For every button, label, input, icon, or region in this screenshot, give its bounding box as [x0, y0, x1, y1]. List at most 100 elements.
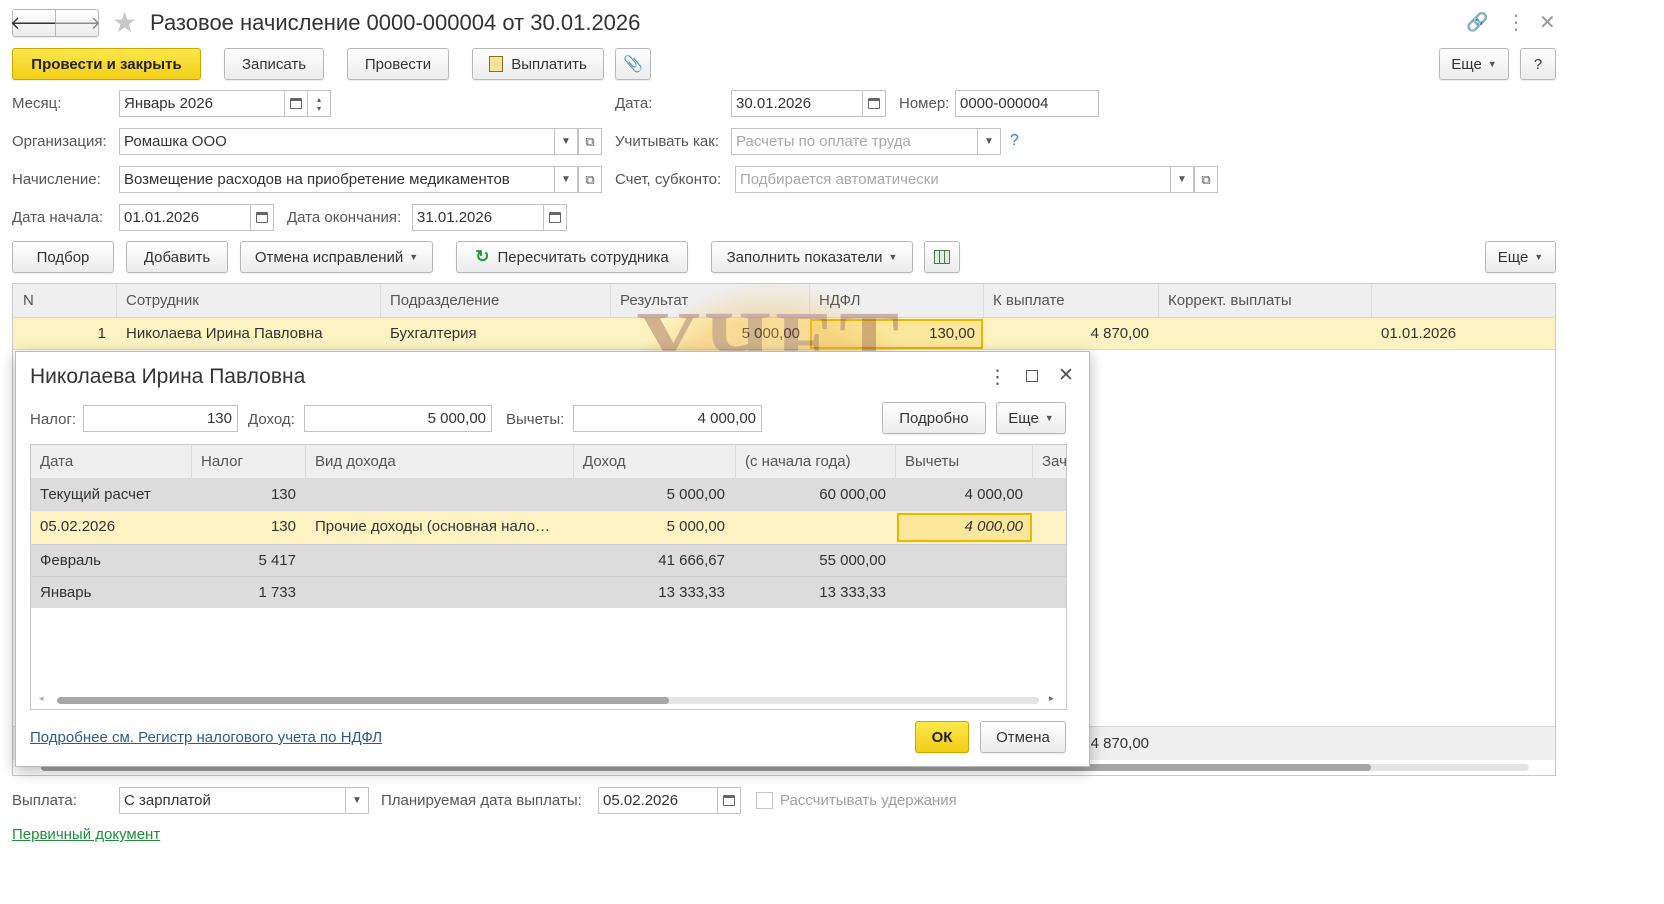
date-calendar-button[interactable] [862, 90, 886, 117]
subconto-field[interactable]: Подбирается автоматически [735, 166, 1171, 193]
drow-tax: 1 733 [258, 584, 296, 601]
dcol-tax[interactable]: Налог [201, 453, 243, 470]
planned-date-field[interactable]: 05.02.2026 [598, 787, 718, 814]
payment-field[interactable]: С зарплатой [119, 787, 346, 814]
dialog-table-scrollbar[interactable] [57, 697, 1039, 704]
drow-income: 13 333,33 [658, 584, 725, 601]
drow-date: 05.02.2026 [40, 518, 116, 535]
chevron-down-icon: ▼ [1487, 59, 1497, 69]
dialog-cancel-button[interactable]: Отмена [980, 721, 1066, 753]
account-as-dropdown-button[interactable]: ▼ [977, 128, 1001, 155]
number-field[interactable]: 0000-000004 [955, 90, 1099, 117]
dialog-table: Дата Налог Вид дохода Доход (с начала го… [30, 444, 1067, 710]
dialog-deductions-field[interactable]: 4 000,00 [573, 405, 762, 432]
organization-field[interactable]: Ромашка ООО [119, 128, 555, 155]
dialog-income-field[interactable]: 5 000,00 [304, 405, 492, 432]
row-to-pay: 4 870,00 [1090, 325, 1149, 342]
table-more-button[interactable]: Еще ▼ [1485, 241, 1556, 273]
payment-dropdown-button[interactable]: ▼ [345, 787, 369, 814]
pay-button[interactable]: Выплатить [472, 48, 604, 80]
organization-open-button[interactable]: ⧉ [578, 128, 602, 155]
accrual-field[interactable]: Возмещение расходов на приобретение меди… [119, 166, 555, 193]
attach-button[interactable]: 📎 [615, 48, 651, 80]
row-date: 01.01.2026 [1381, 325, 1457, 342]
post-and-close-button[interactable]: Провести и закрыть [12, 48, 201, 80]
end-date-field[interactable]: 31.01.2026 [412, 204, 544, 231]
cancel-fixes-button[interactable]: Отмена исправлений ▼ [240, 241, 433, 273]
dialog-table-scrollbar-thumb[interactable] [57, 697, 669, 704]
more-vert-icon[interactable]: ⋮ [988, 366, 1007, 389]
col-n[interactable]: N [23, 292, 34, 309]
dcol-deductions[interactable]: Вычеты [905, 453, 959, 470]
more-button[interactable]: Еще ▼ [1439, 48, 1509, 80]
subconto-open-button[interactable]: ⧉ [1194, 166, 1218, 193]
account-as-help[interactable]: ? [1010, 132, 1019, 150]
post-button[interactable]: Провести [347, 48, 449, 80]
dialog-more-button[interactable]: Еще ▼ [996, 402, 1066, 434]
save-button[interactable]: Записать [224, 48, 324, 80]
start-date-field[interactable]: 01.01.2026 [119, 204, 251, 231]
dialog-tax-field[interactable]: 130 [83, 405, 238, 432]
start-date-calendar-button[interactable] [250, 204, 274, 231]
accrual-label: Начисление: [12, 171, 101, 188]
accrual-open-button[interactable]: ⧉ [578, 166, 602, 193]
forward-button[interactable]: 🡒 [53, 9, 101, 37]
col-ndfl[interactable]: НДФЛ [819, 292, 860, 309]
drow-date: Февраль [40, 552, 101, 569]
table-row[interactable]: Январь 1 733 13 333,33 13 333,33 [31, 576, 1066, 608]
scroll-left-icon[interactable]: ◂ [39, 693, 44, 704]
col-to-pay[interactable]: К выплате [993, 292, 1065, 309]
fill-indicators-button[interactable]: Заполнить показатели ▼ [711, 241, 913, 273]
month-stepper[interactable]: ▴ ▾ [307, 90, 331, 117]
recalc-employee-button[interactable]: ↻ Пересчитать сотрудника [456, 241, 688, 273]
dcol-income[interactable]: Доход [583, 453, 626, 470]
subconto-dropdown-button[interactable]: ▼ [1170, 166, 1194, 193]
end-date-calendar-button[interactable] [543, 204, 567, 231]
planned-date-calendar-button[interactable] [717, 787, 741, 814]
select-button[interactable]: Подбор [12, 241, 114, 273]
close-icon[interactable]: ✕ [1539, 10, 1556, 35]
chevron-down-icon: ▼ [561, 174, 571, 185]
more-vert-icon[interactable]: ⋮ [1506, 10, 1526, 35]
dcol-offset[interactable]: Зач [1042, 453, 1066, 470]
dialog-deductions-label: Вычеты: [506, 411, 565, 428]
dcol-income-kind[interactable]: Вид дохода [315, 453, 396, 470]
dcol-date[interactable]: Дата [40, 453, 73, 470]
month-field[interactable]: Январь 2026 [119, 90, 285, 117]
drow-tax: 130 [270, 518, 296, 535]
back-button[interactable]: 🡐 [10, 9, 58, 37]
primary-document-link[interactable]: Первичный документ [12, 826, 160, 843]
col-result[interactable]: Результат [620, 292, 688, 309]
drow-tax: 5 417 [258, 552, 296, 569]
open-icon: ⧉ [585, 133, 595, 149]
month-calendar-button[interactable] [284, 90, 308, 117]
accrual-dropdown-button[interactable]: ▼ [554, 166, 578, 193]
table-row[interactable]: 1 Николаева Ирина Павловна Бухгалтерия 5… [13, 318, 1555, 350]
maximize-icon[interactable] [1026, 370, 1038, 382]
add-button[interactable]: Добавить [126, 241, 228, 273]
scroll-right-icon[interactable]: ▸ [1049, 693, 1054, 704]
table-row[interactable]: 05.02.2026 130 Прочие доходы (основная н… [31, 511, 1066, 544]
dialog-ok-button[interactable]: ОК [915, 721, 969, 753]
table-row[interactable]: Февраль 5 417 41 666,67 55 000,00 [31, 544, 1066, 576]
register-link[interactable]: Подробнее см. Регистр налогового учета п… [30, 729, 382, 746]
number-label: Номер: [899, 95, 950, 112]
col-department[interactable]: Подразделение [390, 292, 499, 309]
calc-withhold-checkbox[interactable] [756, 792, 773, 809]
row-employee: Николаева Ирина Павловна [126, 325, 323, 342]
table-row[interactable]: Текущий расчет 130 5 000,00 60 000,00 4 … [31, 479, 1066, 511]
star-icon[interactable]: ★ [112, 6, 137, 39]
table-settings-button[interactable] [924, 241, 960, 273]
col-payment-correction[interactable]: Коррект. выплаты [1168, 292, 1292, 309]
col-employee[interactable]: Сотрудник [126, 292, 199, 309]
organization-dropdown-button[interactable]: ▼ [554, 128, 578, 155]
link-icon[interactable]: 🔗 [1466, 12, 1488, 33]
account-as-label: Учитывать как: [615, 133, 720, 150]
close-icon[interactable]: ✕ [1058, 364, 1074, 387]
row-result: 5 000,00 [741, 325, 800, 342]
dcol-ytd[interactable]: (с начала года) [745, 453, 851, 470]
account-as-field[interactable]: Расчеты по оплате труда [731, 128, 978, 155]
help-button[interactable]: ? [1520, 48, 1556, 80]
date-field[interactable]: 30.01.2026 [731, 90, 863, 117]
dialog-details-button[interactable]: Подробно [882, 402, 986, 434]
